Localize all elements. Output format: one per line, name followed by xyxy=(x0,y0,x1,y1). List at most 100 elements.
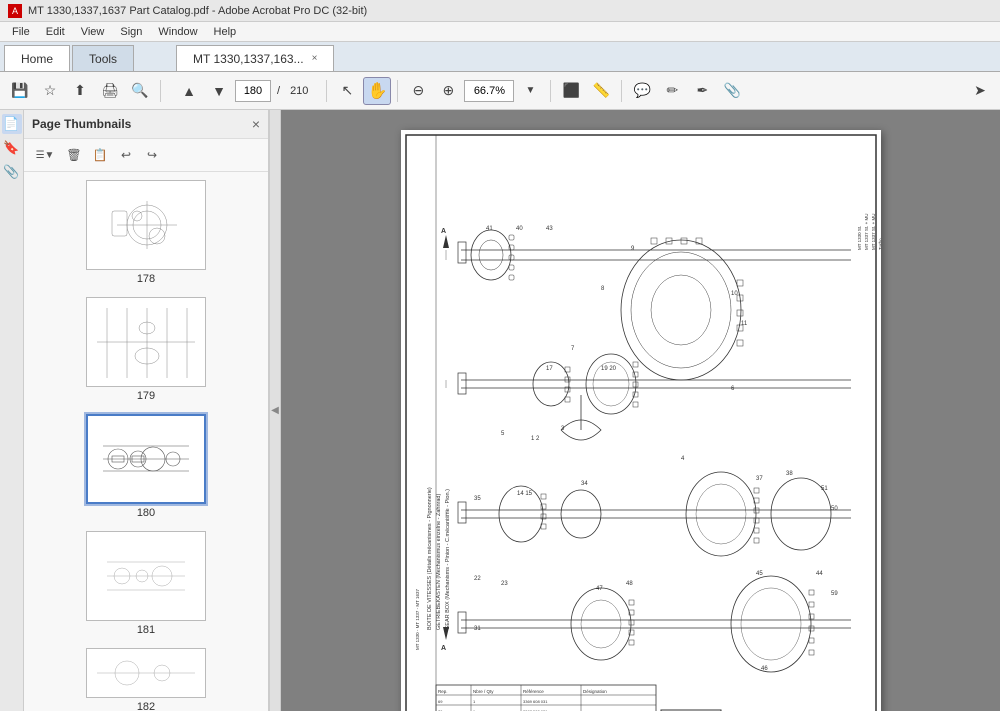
sidebar-title: Page Thumbnails xyxy=(32,117,131,131)
menu-file[interactable]: File xyxy=(4,24,38,40)
print-button[interactable]: 🖨 xyxy=(96,77,124,105)
zoom-group: ⊖ ⊕ ▼ xyxy=(404,77,544,105)
svg-text:MT 1337 St. + MU: MT 1337 St. + MU xyxy=(864,213,869,250)
attachments-panel-icon[interactable]: 📎 xyxy=(2,162,22,182)
title-bar: A MT 1330,1337,1637 Part Catalog.pdf - A… xyxy=(0,0,1000,22)
svg-text:14 15: 14 15 xyxy=(517,491,533,497)
stamp-button[interactable]: ✒ xyxy=(688,77,716,105)
tab-close-button[interactable]: × xyxy=(312,53,318,64)
thumbnail-img-181 xyxy=(86,531,206,621)
svg-text:BOITE DE VITESSES (Détails méc: BOITE DE VITESSES (Détails mécanismes - … xyxy=(427,487,433,630)
tab-tools[interactable]: Tools xyxy=(72,45,134,71)
next-page-button[interactable]: ▼ xyxy=(205,77,233,105)
tab-home[interactable]: Home xyxy=(4,45,70,71)
page-separator: / xyxy=(273,85,284,97)
separator-2 xyxy=(326,80,327,102)
thumbnail-img-182 xyxy=(86,648,206,698)
menu-edit[interactable]: Edit xyxy=(38,24,73,40)
main-area: 📄 🔖 📎 Page Thumbnails × ☰▼ 🗑 📋 ↩ ↪ xyxy=(0,110,1000,711)
page-nav-group: ▲ ▼ / 210 xyxy=(175,77,312,105)
menu-sign[interactable]: Sign xyxy=(112,24,150,40)
svg-text:41: 41 xyxy=(486,226,493,232)
tab-document[interactable]: MT 1330,1337,163... × xyxy=(176,45,334,71)
sidebar-delete-button[interactable]: 🗑 xyxy=(62,143,86,167)
menu-view[interactable]: View xyxy=(73,24,113,40)
separator-1 xyxy=(160,80,161,102)
svg-text:38: 38 xyxy=(786,471,793,477)
zoom-out-button[interactable]: ⊖ xyxy=(404,77,432,105)
svg-text:Rep.: Rep. xyxy=(438,689,448,694)
svg-text:50: 50 xyxy=(831,506,838,512)
thumbnail-179[interactable]: 179 xyxy=(86,297,206,402)
page-input[interactable] xyxy=(235,80,271,102)
thumbnail-178[interactable]: 178 xyxy=(86,180,206,285)
pdf-area[interactable]: BOITE DE VITESSES (Détails mécanismes - … xyxy=(281,110,1000,711)
thumbnail-182[interactable]: 182 xyxy=(86,648,206,711)
zoom-dropdown-button[interactable]: ▼ xyxy=(516,77,544,105)
highlight-button[interactable]: ✏ xyxy=(658,77,686,105)
page-content: BOITE DE VITESSES (Détails mécanismes - … xyxy=(401,130,881,711)
svg-text:1 2: 1 2 xyxy=(531,436,540,442)
svg-text:MT 1330 St.: MT 1330 St. xyxy=(857,226,862,250)
svg-text:43: 43 xyxy=(546,226,553,232)
thumbnail-label-182: 182 xyxy=(137,701,155,711)
sidebar-close-button[interactable]: × xyxy=(252,116,260,132)
svg-text:45: 45 xyxy=(756,571,763,577)
svg-text:35: 35 xyxy=(474,496,481,502)
search-button[interactable]: 🔍 xyxy=(126,77,154,105)
menu-window[interactable]: Window xyxy=(150,24,205,40)
svg-text:MT 1330 - MT 1337 - MT 1637: MT 1330 - MT 1337 - MT 1637 xyxy=(415,588,420,650)
left-icon-panel: 📄 🔖 📎 xyxy=(0,110,24,711)
technical-drawing: BOITE DE VITESSES (Détails mécanismes - … xyxy=(401,130,881,711)
menu-bar: File Edit View Sign Window Help xyxy=(0,22,1000,42)
toolbar: 💾 ☆ ⬆ 🖨 🔍 ▲ ▼ / 210 ↖ ✋ ⊖ ⊕ ▼ ⬛ 📏 💬 ✏ ✒ … xyxy=(0,72,1000,110)
thumbnail-img-178 xyxy=(86,180,206,270)
ruler-button[interactable]: 📏 xyxy=(587,77,615,105)
zoom-input[interactable] xyxy=(464,80,514,102)
sidebar-toolbar: ☰▼ 🗑 📋 ↩ ↪ xyxy=(24,139,268,172)
svg-text:46: 46 xyxy=(761,666,768,672)
thumbnail-label-181: 181 xyxy=(137,624,155,636)
sidebar-undo-button[interactable]: ↩ xyxy=(114,143,138,167)
svg-text:31: 31 xyxy=(474,626,481,632)
svg-text:17: 17 xyxy=(546,366,553,372)
sidebar: Page Thumbnails × ☰▼ 🗑 📋 ↩ ↪ xyxy=(24,110,269,711)
bookmark-button[interactable]: ☆ xyxy=(36,77,64,105)
sidebar-extract-button[interactable]: 📋 xyxy=(88,143,112,167)
sidebar-options-button[interactable]: ☰▼ xyxy=(30,143,60,167)
prev-page-button[interactable]: ▲ xyxy=(175,77,203,105)
zoom-in-button[interactable]: ⊕ xyxy=(434,77,462,105)
app-icon: A xyxy=(8,4,22,18)
svg-text:19 20: 19 20 xyxy=(601,366,617,372)
upload-button[interactable]: ⬆ xyxy=(66,77,94,105)
nav-right-button[interactable]: ➤ xyxy=(966,77,994,105)
tab-bar: Home Tools MT 1330,1337,163... × xyxy=(0,42,1000,72)
pdf-page: BOITE DE VITESSES (Détails mécanismes - … xyxy=(401,130,881,711)
thumbnail-181[interactable]: 181 xyxy=(86,531,206,636)
svg-text:11: 11 xyxy=(741,321,748,327)
thumbnail-180[interactable]: 180 xyxy=(86,414,206,519)
thumbnail-label-179: 179 xyxy=(137,390,155,402)
thumbnail-label-180: 180 xyxy=(137,507,155,519)
fit-page-button[interactable]: ⬛ xyxy=(557,77,585,105)
bookmarks-panel-icon[interactable]: 🔖 xyxy=(2,138,22,158)
svg-text:69: 69 xyxy=(438,699,443,704)
window-title: MT 1330,1337,1637 Part Catalog.pdf - Ado… xyxy=(28,5,367,17)
svg-text:34: 34 xyxy=(581,481,588,487)
total-pages: 210 xyxy=(286,85,312,97)
cursor-tool-button[interactable]: ↖ xyxy=(333,77,361,105)
sidebar-redo-button[interactable]: ↪ xyxy=(140,143,164,167)
svg-text:3369 608 031: 3369 608 031 xyxy=(523,699,548,704)
comment-button[interactable]: 💬 xyxy=(628,77,656,105)
sidebar-collapse-handle[interactable]: ◀ xyxy=(269,110,281,711)
thumbnails-container[interactable]: 178 xyxy=(24,172,268,711)
menu-help[interactable]: Help xyxy=(206,24,245,40)
save-button[interactable]: 💾 xyxy=(6,77,34,105)
hand-tool-button[interactable]: ✋ xyxy=(363,77,391,105)
attach-button[interactable]: 📎 xyxy=(718,77,746,105)
separator-4 xyxy=(550,80,551,102)
svg-text:40: 40 xyxy=(516,226,523,232)
thumbnails-panel-icon[interactable]: 📄 xyxy=(2,114,22,134)
svg-text:37: 37 xyxy=(756,476,763,482)
separator-3 xyxy=(397,80,398,102)
